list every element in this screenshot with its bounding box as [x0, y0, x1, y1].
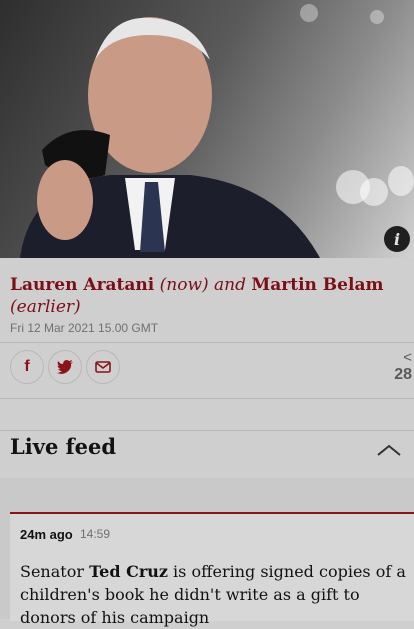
twitter-icon — [57, 360, 73, 374]
chevron-up-icon[interactable] — [376, 443, 402, 457]
byline: Lauren Aratani (now) and Martin Belam (e… — [10, 274, 390, 318]
post-bold-name: Ted Cruz — [89, 562, 168, 581]
share-icon: < — [403, 349, 412, 366]
hero-photo — [20, 17, 320, 258]
post-timestamp: 14:59 — [80, 527, 111, 541]
publish-date: Fri 12 Mar 2021 15.00 GMT — [10, 321, 159, 335]
bokeh-light — [300, 4, 318, 22]
author-note: (earlier) — [10, 297, 81, 317]
author-link[interactable]: Martin Belam — [251, 275, 383, 295]
live-blog-post: 24m ago 14:59 Senator Ted Cruz is offeri… — [10, 512, 414, 627]
live-feed-title: Live feed — [10, 434, 117, 459]
share-twitter-button[interactable] — [48, 350, 82, 384]
image-info-button[interactable]: i — [384, 226, 410, 252]
info-icon: i — [393, 229, 401, 249]
post-text: Senator — [20, 562, 90, 581]
divider — [0, 430, 414, 431]
bokeh-light — [360, 178, 388, 206]
post-time-ago[interactable]: 24m ago — [20, 527, 73, 542]
share-facebook-button[interactable]: f — [10, 350, 44, 384]
email-icon — [95, 361, 111, 373]
byline-joiner: and — [214, 275, 247, 295]
bokeh-light — [370, 10, 384, 24]
bokeh-light — [388, 166, 414, 196]
divider — [0, 342, 414, 343]
divider — [0, 398, 414, 399]
share-count[interactable]: < 28 — [394, 350, 412, 384]
hero-image: i — [0, 0, 414, 258]
share-count-value: 28 — [394, 366, 412, 383]
author-link[interactable]: Lauren Aratani — [10, 275, 154, 295]
share-email-button[interactable] — [86, 350, 120, 384]
facebook-icon: f — [24, 358, 30, 375]
author-note: (now) — [159, 275, 209, 295]
